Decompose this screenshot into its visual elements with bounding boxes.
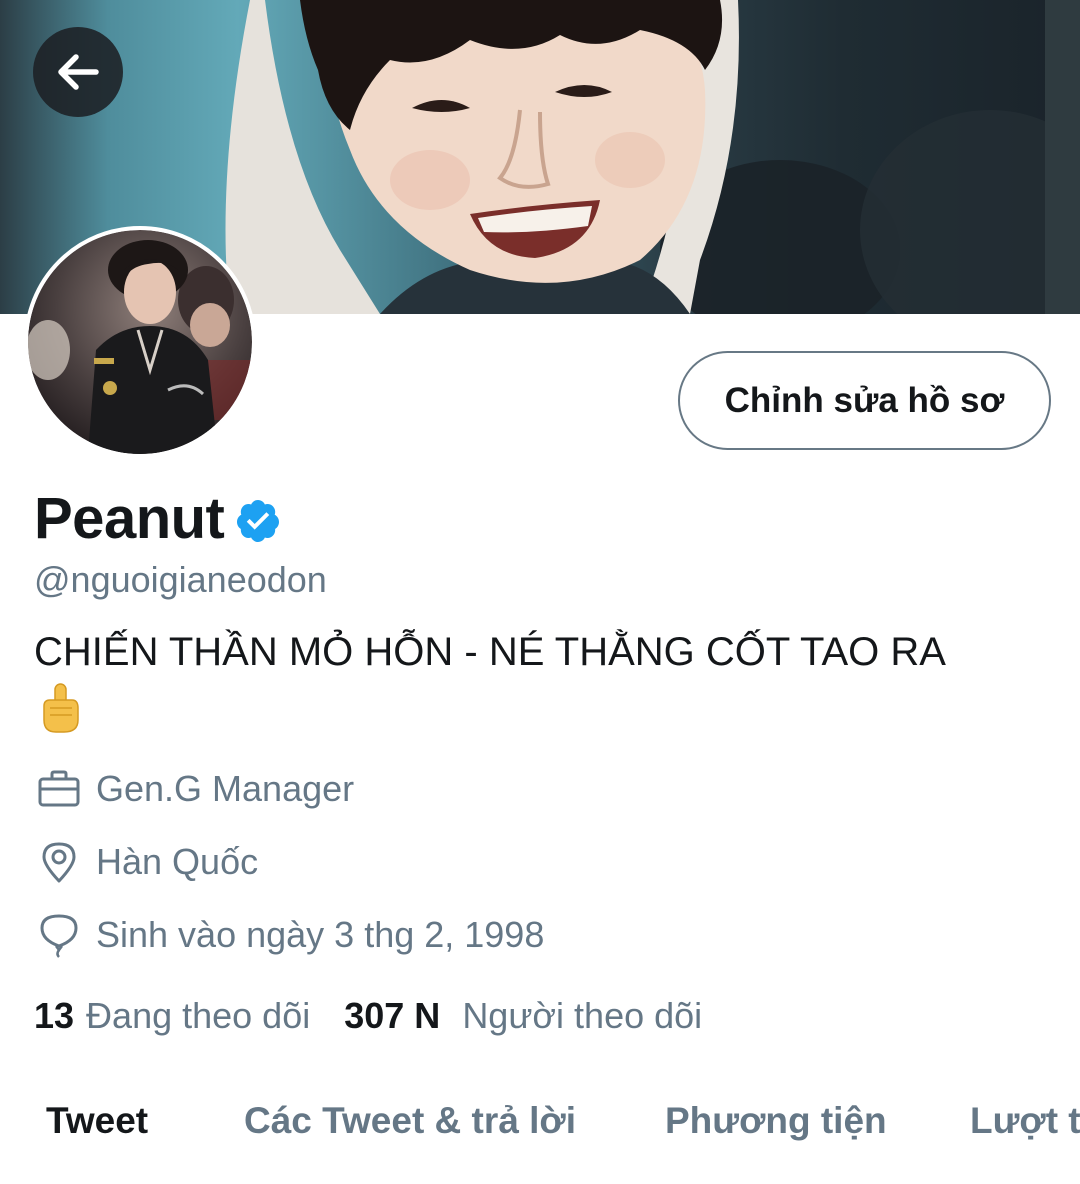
tab-media[interactable]: Phương tiện [665, 1100, 887, 1142]
followers-label: Người theo dõi [462, 995, 703, 1036]
back-button[interactable] [33, 27, 123, 117]
profile-bio: CHIẾN THẦN MỎ HỖN - NÉ THẰNG CỐT TAO RA [34, 624, 1044, 736]
tab-tweets[interactable]: Tweet [46, 1100, 148, 1142]
location-text: Hàn Quốc [96, 841, 259, 882]
edit-profile-button[interactable]: Chỉnh sửa hồ sơ [678, 351, 1051, 450]
followers-stat[interactable]: 307 N Người theo dõi [344, 995, 702, 1037]
following-stat[interactable]: 13 Đang theo dõi [34, 995, 310, 1037]
arrow-left-icon [58, 54, 99, 90]
verified-badge-icon [237, 500, 280, 542]
profile-avatar[interactable] [24, 226, 256, 458]
briefcase-icon [34, 764, 84, 814]
tab-tweets-and-replies[interactable]: Các Tweet & trả lời [244, 1100, 576, 1142]
pointing-finger-emoji-icon [43, 683, 79, 733]
following-count: 13 [34, 995, 75, 1036]
follow-stats: 13 Đang theo dõi 307 N Người theo dõi [34, 995, 702, 1037]
avatar-image [28, 230, 252, 454]
profile-tabs: Tweet Các Tweet & trả lời Phương tiện Lư… [0, 1076, 1080, 1176]
tab-likes[interactable]: Lượt thích [970, 1100, 1080, 1142]
location-pin-icon [34, 837, 84, 887]
meta-work: Gen.G Manager [34, 764, 354, 814]
following-label: Đang theo dõi [86, 995, 311, 1036]
meta-birthday: Sinh vào ngày 3 thg 2, 1998 [34, 910, 544, 960]
name-row: Peanut [34, 486, 282, 552]
bio-text: CHIẾN THẦN MỎ HỖN - NÉ THẰNG CỐT TAO RA [34, 630, 946, 674]
followers-count: 307 N [344, 995, 441, 1036]
birthday-text: Sinh vào ngày 3 thg 2, 1998 [96, 914, 545, 955]
balloon-icon [34, 910, 84, 960]
user-handle: @nguoigianeodon [34, 559, 327, 600]
work-text: Gen.G Manager [96, 768, 355, 809]
display-name: Peanut [34, 486, 225, 551]
meta-location: Hàn Quốc [34, 837, 258, 887]
